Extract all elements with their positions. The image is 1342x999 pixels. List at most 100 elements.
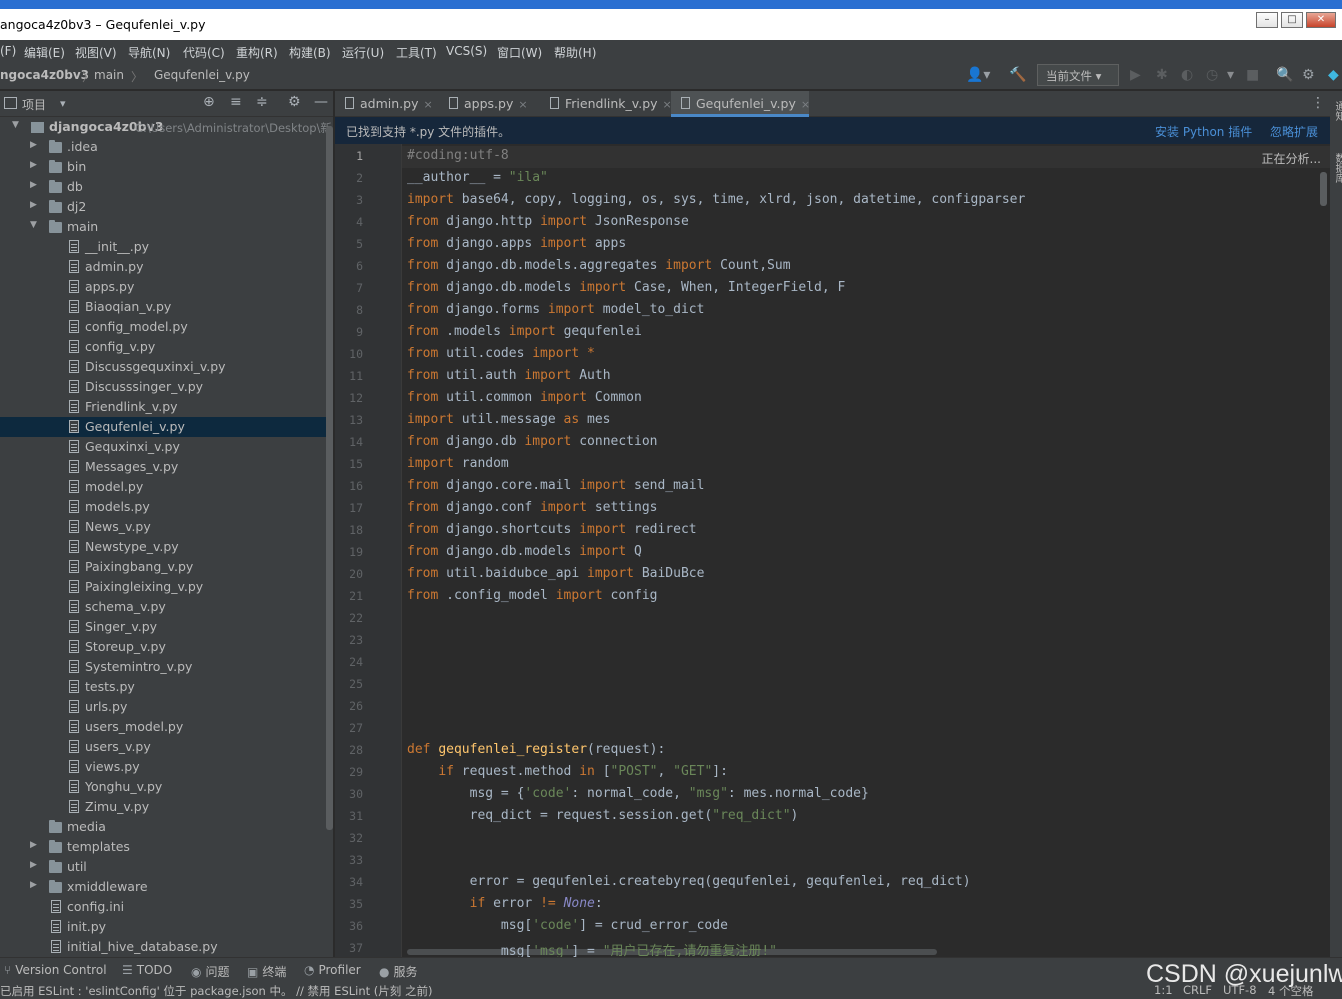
code-line[interactable]: from django.db.models import Q (407, 544, 642, 559)
code-line[interactable]: from django.db import connection (407, 434, 658, 449)
code-line[interactable]: import util.message as mes (407, 412, 611, 427)
menu-item[interactable]: 代码(C) (183, 44, 225, 61)
tree-item[interactable]: ▶ util (0, 857, 326, 877)
code-line[interactable]: from django.conf import settings (407, 500, 657, 515)
code-line[interactable]: from django.db.models.aggregates import … (407, 258, 791, 273)
code-line[interactable]: from django.shortcuts import redirect (407, 522, 697, 537)
status-message[interactable]: 已启用 ESLint : 'eslintConfig' 位于 package.j… (0, 983, 432, 999)
chevron-right-icon[interactable]: ▶ (30, 200, 37, 210)
notifications-tool-button[interactable]: 通知 (1331, 101, 1342, 121)
menu-item[interactable]: VCS(S) (446, 44, 487, 58)
chevron-right-icon[interactable]: ▶ (30, 180, 37, 190)
breadcrumb-folder[interactable]: main (94, 68, 124, 82)
tree-item[interactable]: ▶ db (0, 177, 326, 197)
breadcrumb-project[interactable]: ngoca4z0bv3 (0, 68, 89, 82)
tree-item[interactable]: Storeup_v.py (0, 637, 326, 657)
tree-item[interactable]: Friendlink_v.py (0, 397, 326, 417)
tree-item[interactable]: initial_hive_database.py (0, 937, 326, 957)
menu-item[interactable]: 重构(R) (236, 44, 278, 61)
code-line[interactable]: from django.forms import model_to_dict (407, 302, 704, 317)
tool-window-button[interactable]: ▣ 终端 (247, 963, 286, 980)
tree-item[interactable]: Gequfenlei_v.py (0, 417, 326, 437)
tree-item[interactable]: models.py (0, 497, 326, 517)
tree-item[interactable]: ▶ bin (0, 157, 326, 177)
chevron-down-icon[interactable]: ▼ (30, 220, 37, 230)
project-tree-scrollbar[interactable] (326, 126, 333, 830)
code-line[interactable]: if request.method in ["POST", "GET"]: (407, 764, 728, 779)
code-line[interactable]: from django.core.mail import send_mail (407, 478, 704, 493)
code-line[interactable]: from util.baidubce_api import BaiDuBce (407, 566, 704, 581)
tree-item[interactable]: config_v.py (0, 337, 326, 357)
chevron-right-icon[interactable]: ▶ (30, 880, 37, 890)
project-panel-title[interactable]: 项目 (22, 96, 46, 113)
stop-icon[interactable]: ■ (1246, 67, 1259, 83)
more-run-icon[interactable]: ▾ (1227, 67, 1234, 83)
tree-item[interactable]: users_model.py (0, 717, 326, 737)
tree-item[interactable]: Biaoqian_v.py (0, 297, 326, 317)
ignore-extension-link[interactable]: 忽略扩展 (1270, 123, 1318, 140)
chevron-right-icon[interactable]: ▶ (30, 860, 37, 870)
code-line[interactable]: from util.auth import Auth (407, 368, 611, 383)
debug-icon[interactable]: ✱ (1156, 67, 1168, 83)
tree-item[interactable]: urls.py (0, 697, 326, 717)
editor-tab[interactable]: Friendlink_v.py × (540, 91, 672, 117)
tool-window-button[interactable]: ☰ TODO (122, 963, 172, 977)
menu-item[interactable]: (F) (0, 44, 16, 58)
tool-window-button[interactable]: ◉ 问题 (191, 963, 230, 980)
tree-item[interactable]: tests.py (0, 677, 326, 697)
tree-item[interactable]: News_v.py (0, 517, 326, 537)
tree-item[interactable]: __init__.py (0, 237, 326, 257)
locate-file-icon[interactable]: ⊕ (203, 94, 215, 110)
tree-item[interactable]: ▶ dj2 (0, 197, 326, 217)
code-line[interactable]: if error != None: (407, 896, 603, 911)
tree-item[interactable]: Paixingbang_v.py (0, 557, 326, 577)
code-line[interactable]: import base64, copy, logging, os, sys, t… (407, 192, 1025, 207)
chevron-right-icon[interactable]: ▶ (30, 840, 37, 850)
code-line[interactable]: from util.codes import * (407, 346, 595, 361)
menu-item[interactable]: 帮助(H) (554, 44, 596, 61)
menu-item[interactable]: 编辑(E) (24, 44, 65, 61)
editor-vertical-scrollbar[interactable] (1320, 172, 1327, 206)
tree-item[interactable]: media (0, 817, 326, 837)
editor-tab[interactable]: apps.py × (439, 91, 535, 117)
code-line[interactable]: msg = {'code': normal_code, "msg": mes.n… (407, 786, 869, 801)
minimize-button[interactable]: – (1256, 12, 1278, 28)
gear-icon[interactable]: ⚙ (288, 94, 301, 110)
run-icon[interactable]: ▶ (1130, 67, 1141, 83)
editor-tab[interactable]: admin.py × (335, 91, 435, 117)
profile-icon[interactable]: ◷ (1206, 67, 1218, 83)
code-line[interactable]: req_dict = request.session.get("req_dict… (407, 808, 799, 823)
build-icon[interactable]: 🔨 (1009, 67, 1026, 83)
code-line[interactable]: error = gequfenlei.createbyreq(gequfenle… (407, 874, 971, 889)
code-line[interactable]: from django.apps import apps (407, 236, 626, 251)
tree-item[interactable]: ▼ main (0, 217, 326, 237)
tree-item[interactable]: Systemintro_v.py (0, 657, 326, 677)
tree-item[interactable]: ▶ .idea (0, 137, 326, 157)
menu-item[interactable]: 导航(N) (128, 44, 170, 61)
close-window-button[interactable]: ✕ (1306, 12, 1336, 28)
coverage-icon[interactable]: ◐ (1181, 67, 1193, 83)
tree-item[interactable]: ▼ djangoca4z0bv3 C:\Users\Administrator\De… (0, 117, 332, 137)
code-line[interactable]: from .models import gequfenlei (407, 324, 642, 339)
tree-item[interactable]: Gequxinxi_v.py (0, 437, 326, 457)
menu-item[interactable]: 视图(V) (75, 44, 117, 61)
tree-item[interactable]: Discussgequxinxi_v.py (0, 357, 326, 377)
code-editor[interactable]: 1 2 3 4 5 6 7 8 9 10 11 12 13 14 15 16 17 18 19 20 21 22 23 24 2… (335, 144, 1330, 957)
tree-item[interactable]: apps.py (0, 277, 326, 297)
tree-item[interactable]: Singer_v.py (0, 617, 326, 637)
tree-item[interactable]: init.py (0, 917, 326, 937)
user-icon[interactable]: 👤▾ (966, 67, 990, 83)
tree-item[interactable]: config.ini (0, 897, 326, 917)
menu-item[interactable]: 工具(T) (396, 44, 437, 61)
tree-item[interactable]: ▶ xmiddleware (0, 877, 326, 897)
code-line[interactable]: from django.http import JsonResponse (407, 214, 689, 229)
close-tab-icon[interactable]: × (423, 98, 432, 111)
run-configuration-select[interactable]: 当前文件 ▾ (1037, 64, 1119, 86)
maximize-button[interactable]: □ (1281, 12, 1303, 28)
tree-item[interactable]: Newstype_v.py (0, 537, 326, 557)
close-tab-icon[interactable]: × (518, 98, 527, 111)
code-line[interactable]: __author__ = "ila" (407, 170, 548, 185)
settings-icon[interactable]: ⚙ (1302, 67, 1315, 83)
tree-item[interactable]: admin.py (0, 257, 326, 277)
tree-item[interactable]: Yonghu_v.py (0, 777, 326, 797)
